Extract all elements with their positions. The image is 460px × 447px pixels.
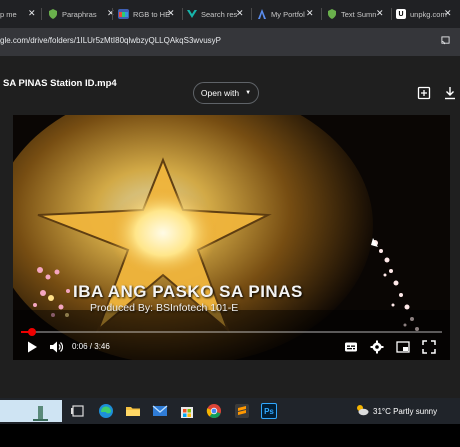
u-icon: U [396,9,406,19]
progress-bar[interactable] [21,328,442,336]
add-to-drive-icon[interactable] [417,86,431,100]
tab-label: Text Sumn [341,9,377,19]
tab-6[interactable]: U unpkg.com ✕ [396,0,460,28]
fullscreen-icon[interactable] [422,340,436,354]
cast-icon[interactable] [441,36,450,45]
tab-label: RGB to HE [133,9,171,19]
chrome-icon[interactable] [206,403,222,419]
a-icon [257,9,267,19]
time-display: 0:06 / 3:46 [72,342,110,351]
store-icon[interactable] [179,403,195,419]
edge-icon[interactable] [98,403,114,419]
file-explorer-icon[interactable] [125,403,141,419]
captions-icon[interactable] [344,340,358,354]
weather-icon[interactable] [355,403,369,417]
close-icon[interactable]: ✕ [306,8,314,19]
tab-2[interactable]: RGB to HE ✕ [118,0,178,28]
tab-4[interactable]: My Portfol ✕ [257,0,317,28]
open-with-button[interactable]: Open with ▼ [193,82,259,104]
shield-icon [327,9,337,19]
miniplayer-icon[interactable] [396,340,410,354]
screen-bottom [0,424,460,447]
viewer-background [0,360,460,398]
tab-label: Search res [201,9,238,19]
task-view-icon[interactable] [70,403,86,419]
tab-5[interactable]: Text Sumn ✕ [327,0,387,28]
play-icon[interactable] [25,340,39,354]
rgb-icon [118,9,129,19]
mail-icon[interactable] [152,403,168,419]
tab-strip: p me ✕ Paraphras ✕ RGB to HE ✕ Search re… [0,0,460,28]
photoshop-icon[interactable]: Ps [261,403,277,419]
close-icon[interactable]: ✕ [167,8,175,19]
video-overlay-subtitle: Produced By: BSInfotech 101-E [90,302,239,314]
close-icon[interactable]: ✕ [107,8,115,19]
address-bar[interactable]: gle.com/drive/folders/1ILUr5zMtI80qlwbzy… [0,28,460,56]
url-text[interactable]: gle.com/drive/folders/1ILUr5zMtI80qlwbzy… [0,36,221,45]
tab-1[interactable]: Paraphras ✕ [48,0,115,28]
tab-label: p me [0,9,17,19]
caret-down-icon: ▼ [245,90,252,96]
v-icon [187,9,197,19]
sublime-icon[interactable] [234,403,250,419]
weather-text[interactable]: 31°C Partly sunny [373,407,437,416]
video-player[interactable]: IBA ANG PASKO SA PINAS Produced By: BSIn… [13,115,450,360]
widget-icon[interactable] [0,400,62,422]
tab-0[interactable]: p me ✕ [0,0,38,28]
open-with-label: Open with [200,88,240,98]
shield-icon [48,9,58,19]
close-icon[interactable]: ✕ [236,8,244,19]
progress-scrubber[interactable] [28,328,36,336]
close-icon[interactable]: ✕ [28,8,36,19]
photoshop-label: Ps [264,406,274,416]
volume-icon[interactable] [49,340,63,354]
video-overlay-title: IBA ANG PASKO SA PINAS [73,282,303,301]
file-title: SA PINAS Station ID.mp4 [3,78,117,89]
close-icon[interactable]: ✕ [376,8,384,19]
tab-label: Paraphras [62,9,97,19]
close-icon[interactable]: ✕ [444,8,452,19]
tab-3[interactable]: Search res ✕ [187,0,247,28]
video-frame [13,115,450,360]
download-icon[interactable] [443,86,457,100]
settings-gear-icon[interactable] [370,340,384,354]
tab-label: unpkg.com [410,9,447,19]
tab-label: My Portfol [271,9,305,19]
